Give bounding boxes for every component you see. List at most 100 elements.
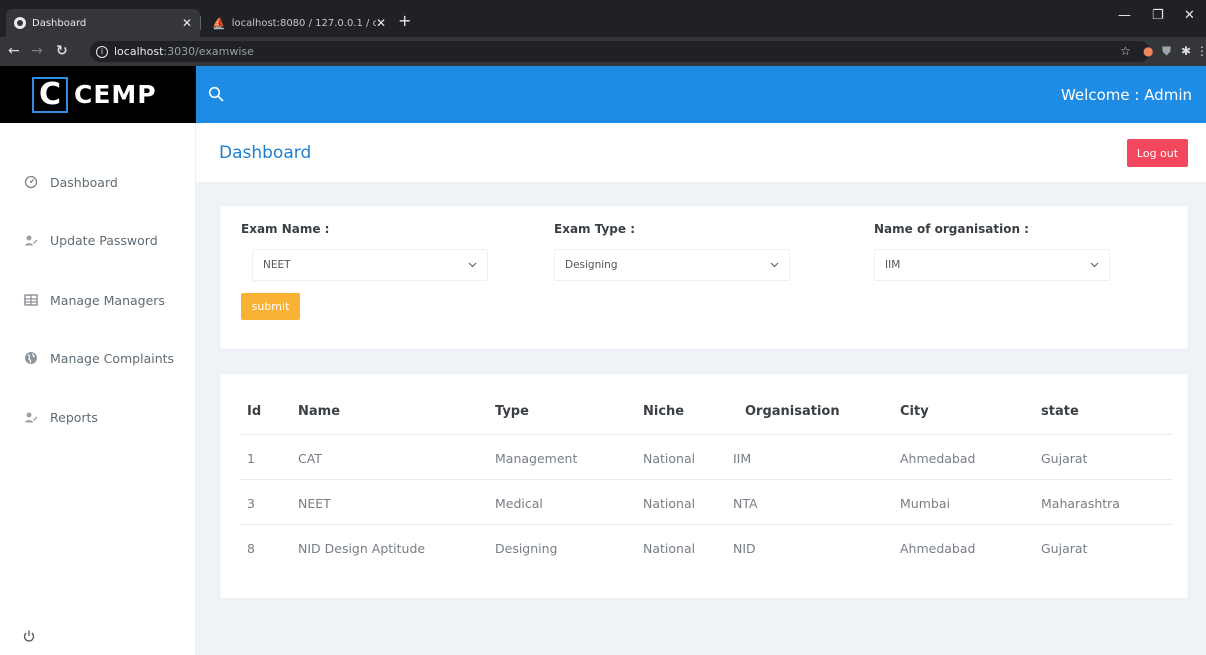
page-header: Dashboard Log out bbox=[196, 123, 1206, 182]
sidebar-item-label: Dashboard bbox=[50, 174, 118, 190]
cell-type: Medical bbox=[495, 496, 543, 511]
tab-divider bbox=[200, 16, 201, 30]
organisation-select[interactable]: IIM bbox=[874, 249, 1110, 281]
welcome-text: Welcome : Admin bbox=[1060, 86, 1192, 104]
column-header-city: City bbox=[900, 404, 929, 419]
exam-type-select[interactable]: Designing bbox=[554, 249, 790, 281]
table-row: 1 CAT Management National IIM Ahmedabad … bbox=[240, 434, 1172, 479]
extension-icon[interactable]: ● bbox=[1143, 44, 1153, 58]
close-icon[interactable]: ✕ bbox=[376, 16, 386, 30]
sidebar: Dashboard Update Password Manage Manager… bbox=[0, 123, 196, 655]
extensions-puzzle-icon[interactable]: ✱ bbox=[1181, 44, 1191, 58]
cell-organisation: NTA bbox=[733, 496, 758, 511]
cell-id: 8 bbox=[247, 541, 255, 556]
logo-text: CEMP bbox=[74, 80, 157, 109]
table-row: 8 NID Design Aptitude Designing National… bbox=[240, 524, 1172, 569]
reload-icon[interactable]: ↻ bbox=[56, 43, 68, 59]
table-icon bbox=[24, 294, 38, 306]
chevron-down-icon bbox=[770, 262, 779, 268]
sidebar-item-manage-complaints[interactable]: Manage Complaints bbox=[24, 348, 174, 368]
cell-name: CAT bbox=[298, 451, 322, 466]
cell-city: Ahmedabad bbox=[900, 451, 976, 466]
organisation-label: Name of organisation : bbox=[874, 222, 1029, 236]
column-header-id: Id bbox=[247, 404, 262, 419]
url-path: :3030/examwise bbox=[163, 45, 254, 58]
column-header-organisation: Organisation bbox=[745, 404, 840, 419]
main-content: Dashboard Log out Exam Name : NEET Exam … bbox=[196, 123, 1206, 655]
exam-type-label: Exam Type : bbox=[554, 222, 636, 236]
cell-type: Management bbox=[495, 451, 578, 466]
sidebar-item-label: Manage Complaints bbox=[50, 350, 175, 366]
sidebar-item-manage-managers[interactable]: Manage Managers bbox=[24, 290, 165, 310]
column-header-niche: Niche bbox=[643, 404, 685, 419]
exam-name-value: NEET bbox=[263, 259, 291, 271]
submit-button[interactable]: submit bbox=[241, 293, 300, 320]
filter-card: Exam Name : NEET Exam Type : Designing N… bbox=[220, 206, 1188, 349]
results-table: Id Name Type Niche Organisation City sta… bbox=[220, 374, 1188, 598]
sidebar-item-dashboard[interactable]: Dashboard bbox=[24, 172, 118, 192]
cell-niche: National bbox=[643, 541, 696, 556]
power-icon[interactable] bbox=[22, 629, 36, 643]
exam-name-select[interactable]: NEET bbox=[252, 249, 488, 281]
app-logo[interactable]: C CEMP bbox=[0, 66, 196, 123]
organisation-value: IIM bbox=[885, 259, 901, 271]
user-edit-icon bbox=[24, 235, 38, 246]
back-icon[interactable]: ← bbox=[8, 43, 20, 59]
close-icon[interactable]: ✕ bbox=[182, 16, 192, 30]
shield-icon[interactable]: ⛊ bbox=[1162, 44, 1171, 58]
cell-type: Designing bbox=[495, 541, 558, 556]
column-header-name: Name bbox=[298, 404, 341, 419]
address-bar[interactable]: i localhost:3030/examwise bbox=[90, 41, 1150, 62]
browser-tab-strip: Dashboard ✕ ⛵ localhost:8080 / 127.0.0.1… bbox=[0, 0, 1206, 37]
top-navbar: Welcome : Admin bbox=[196, 66, 1206, 123]
sidebar-item-label: Reports bbox=[50, 409, 98, 425]
url-host: localhost bbox=[114, 45, 164, 58]
cell-organisation: NID bbox=[733, 541, 756, 556]
cell-state: Maharashtra bbox=[1041, 496, 1120, 511]
forward-icon[interactable]: → bbox=[31, 43, 43, 59]
dashboard-icon bbox=[24, 175, 38, 189]
maximize-icon[interactable]: ❐ bbox=[1152, 8, 1164, 23]
exam-name-label: Exam Name : bbox=[241, 222, 330, 236]
column-header-type: Type bbox=[495, 404, 529, 419]
table-row: 3 NEET Medical National NTA Mumbai Mahar… bbox=[240, 479, 1172, 524]
cell-name: NID Design Aptitude bbox=[298, 541, 426, 556]
cell-name: NEET bbox=[298, 496, 331, 511]
user-edit-icon bbox=[24, 412, 38, 423]
tab-title: Dashboard bbox=[32, 17, 87, 29]
browser-toolbar: ← → ↻ i localhost:3030/examwise ☆ ● ⛊ ✱ … bbox=[0, 37, 1206, 66]
cell-state: Gujarat bbox=[1041, 541, 1088, 556]
logout-button[interactable]: Log out bbox=[1127, 139, 1188, 167]
cell-niche: National bbox=[643, 451, 696, 466]
column-header-state: state bbox=[1041, 404, 1079, 419]
info-icon[interactable]: i bbox=[96, 45, 108, 58]
tab-title: localhost:8080 / 127.0.0.1 / cemp bbox=[231, 17, 376, 29]
logo-mark: C bbox=[32, 76, 68, 113]
new-tab-button[interactable]: + bbox=[398, 13, 411, 29]
page-title: Dashboard bbox=[219, 143, 312, 163]
chevron-down-icon bbox=[468, 262, 477, 268]
menu-dots-icon[interactable]: ⋮ bbox=[1196, 44, 1206, 58]
sidebar-item-reports[interactable]: Reports bbox=[24, 407, 98, 427]
globe-icon bbox=[14, 17, 26, 29]
cell-id: 1 bbox=[247, 451, 255, 466]
sidebar-item-update-password[interactable]: Update Password bbox=[24, 230, 158, 250]
window-close-icon[interactable]: ✕ bbox=[1184, 8, 1195, 23]
cell-city: Ahmedabad bbox=[900, 541, 976, 556]
minimize-icon[interactable]: — bbox=[1118, 8, 1131, 23]
bookmark-star-icon[interactable]: ☆ bbox=[1120, 44, 1131, 58]
chevron-down-icon bbox=[1090, 262, 1099, 268]
sidebar-item-label: Manage Managers bbox=[50, 292, 165, 308]
globe-icon bbox=[25, 352, 37, 364]
exam-type-value: Designing bbox=[565, 259, 618, 271]
cell-niche: National bbox=[643, 496, 696, 511]
browser-tab-dashboard[interactable]: Dashboard ✕ bbox=[6, 9, 200, 37]
cell-state: Gujarat bbox=[1041, 451, 1088, 466]
sidebar-item-label: Update Password bbox=[50, 232, 158, 248]
cell-id: 3 bbox=[247, 496, 255, 511]
cell-city: Mumbai bbox=[900, 496, 950, 511]
search-icon[interactable] bbox=[208, 86, 224, 102]
cell-organisation: IIM bbox=[733, 451, 752, 466]
phpmyadmin-icon: ⛵ bbox=[212, 16, 226, 30]
browser-tab-phpmyadmin[interactable]: ⛵ localhost:8080 / 127.0.0.1 / cemp ✕ bbox=[204, 9, 394, 37]
